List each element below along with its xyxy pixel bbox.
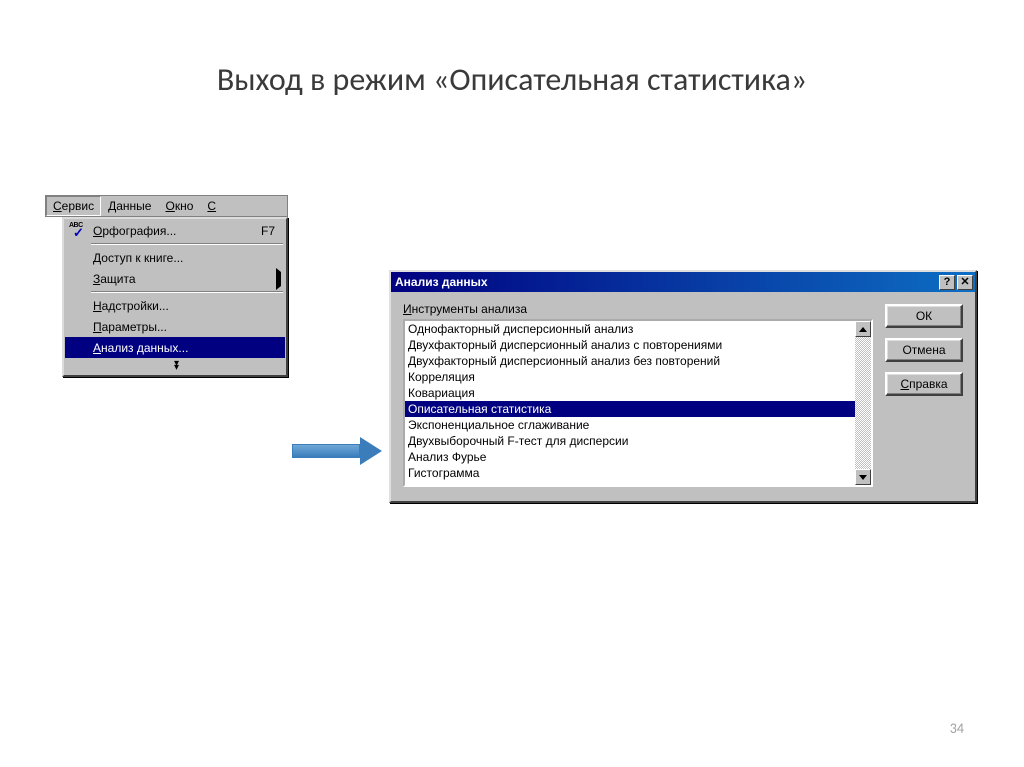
list-item[interactable]: Двухфакторный дисперсионный анализ с пов… (405, 337, 855, 353)
cancel-button[interactable]: Отмена (885, 338, 963, 362)
menu-separator (91, 243, 283, 245)
help-button[interactable]: ? (939, 275, 955, 290)
menubar-item-data[interactable]: Данные (101, 196, 158, 216)
ok-button[interactable]: ОК (885, 304, 963, 328)
menu-item-addins[interactable]: Надстройки... (65, 295, 285, 316)
list-item[interactable]: Экспоненциальное сглаживание (405, 417, 855, 433)
scroll-up-button[interactable] (855, 321, 871, 337)
slide-title: Выход в режим «Описательная статистика» (0, 0, 1024, 99)
menubar-item-window[interactable]: Окно (158, 196, 200, 216)
list-item[interactable]: Однофакторный дисперсионный анализ (405, 321, 855, 337)
menu-item-share[interactable]: Доступ к книге... (65, 247, 285, 268)
list-item[interactable]: Двухвыборочный F-тест для дисперсии (405, 433, 855, 449)
menu-separator (91, 291, 283, 293)
menu-item-options[interactable]: Параметры... (65, 316, 285, 337)
menu-item-data-analysis[interactable]: Анализ данных... (65, 337, 285, 358)
arrow-down-icon (859, 475, 867, 480)
menubar-item-service[interactable]: Сервис (46, 196, 101, 216)
menubar: Сервис Данные Окно С (45, 195, 288, 217)
analysis-tools-listbox[interactable]: Однофакторный дисперсионный анализ Двухф… (403, 319, 873, 487)
list-item[interactable]: Гистограмма (405, 465, 855, 481)
close-icon: ✕ (960, 277, 969, 288)
close-button[interactable]: ✕ (957, 275, 973, 290)
list-item[interactable]: Анализ Фурье (405, 449, 855, 465)
data-analysis-dialog: Анализ данных ? ✕ Инструменты анализа Од… (389, 270, 977, 503)
listbox-label: Инструменты анализа (403, 302, 873, 316)
scrollbar[interactable] (855, 321, 871, 485)
menu-item-spelling[interactable]: ABC✓ Орфография... F7 (65, 220, 285, 241)
list-item[interactable]: Ковариация (405, 385, 855, 401)
spellcheck-icon: ABC✓ (70, 225, 86, 237)
slide-number: 34 (950, 720, 964, 737)
menu-expand-button[interactable]: ▾▾ (65, 358, 285, 374)
flow-arrow-icon (292, 440, 382, 462)
help-button[interactable]: Справка (885, 372, 963, 396)
service-menu: Сервис Данные Окно С ABC✓ Орфография... … (45, 195, 288, 377)
submenu-arrow-icon (276, 272, 281, 286)
list-item[interactable]: Корреляция (405, 369, 855, 385)
dropdown-menu: ABC✓ Орфография... F7 Доступ к книге... … (62, 217, 288, 377)
arrow-up-icon (859, 327, 867, 332)
list-item-selected[interactable]: Описательная статистика (405, 401, 855, 417)
chevrons-down-icon: ▾▾ (174, 362, 176, 370)
dialog-title: Анализ данных (395, 275, 937, 289)
menubar-item-extra[interactable]: С (200, 196, 223, 216)
list-item[interactable]: Двухфакторный дисперсионный анализ без п… (405, 353, 855, 369)
menu-shortcut: F7 (261, 224, 281, 238)
titlebar: Анализ данных ? ✕ (391, 272, 975, 292)
menu-item-protection[interactable]: Защита (65, 268, 285, 289)
scroll-down-button[interactable] (855, 469, 871, 485)
